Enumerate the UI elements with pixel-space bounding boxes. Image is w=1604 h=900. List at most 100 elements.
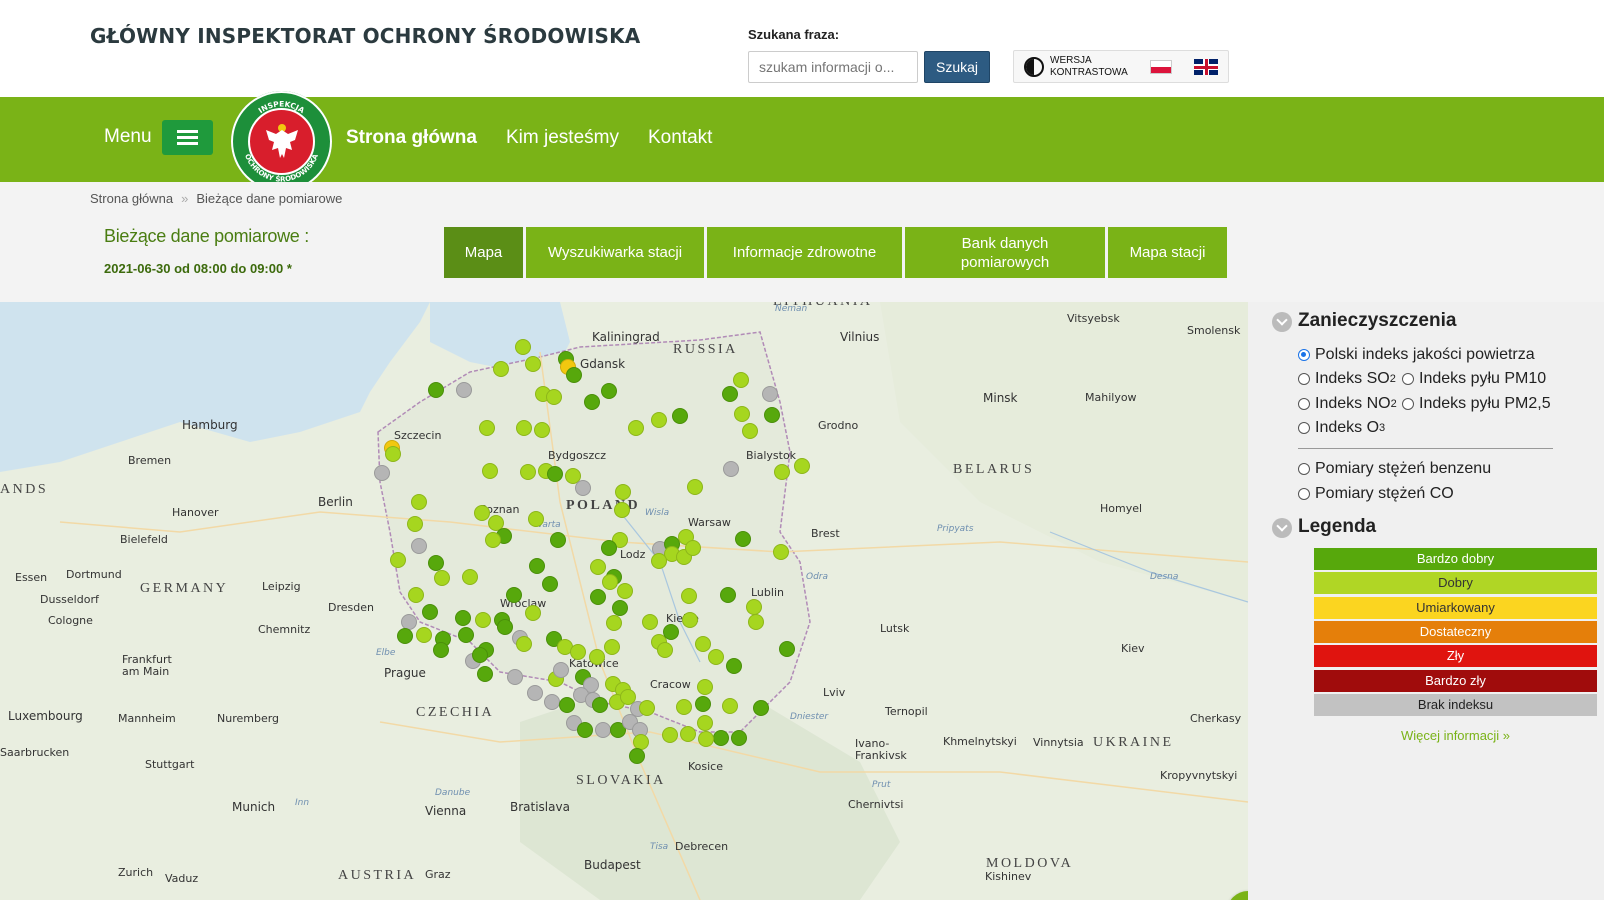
station-marker[interactable] xyxy=(742,423,758,439)
station-marker[interactable] xyxy=(794,458,810,474)
station-marker[interactable] xyxy=(516,420,532,436)
station-marker[interactable] xyxy=(695,636,711,652)
nav-home[interactable]: Strona główna xyxy=(346,127,477,149)
station-marker[interactable] xyxy=(516,636,532,652)
station-marker[interactable] xyxy=(735,531,751,547)
station-marker[interactable] xyxy=(577,722,593,738)
search-button[interactable]: Szukaj xyxy=(924,51,990,83)
station-marker[interactable] xyxy=(687,479,703,495)
station-marker[interactable] xyxy=(651,553,667,569)
station-marker[interactable] xyxy=(695,696,711,712)
station-marker[interactable] xyxy=(374,465,390,481)
site-title[interactable]: GŁÓWNY INSPEKTORAT OCHRONY ŚRODOWISKA xyxy=(90,24,640,48)
station-marker[interactable] xyxy=(550,532,566,548)
station-marker[interactable] xyxy=(746,599,762,615)
station-marker[interactable] xyxy=(602,574,618,590)
station-marker[interactable] xyxy=(456,382,472,398)
radio-pm10[interactable]: Indeks pyłu PM10 xyxy=(1402,370,1546,388)
station-marker[interactable] xyxy=(525,356,541,372)
station-marker[interactable] xyxy=(589,649,605,665)
hamburger-menu-button[interactable] xyxy=(162,120,213,155)
station-marker[interactable] xyxy=(497,619,513,635)
station-marker[interactable] xyxy=(411,494,427,510)
station-marker[interactable] xyxy=(651,412,667,428)
air-quality-map[interactable]: LITHUANIA RUSSIA BELARUS POLAND GERMANY … xyxy=(0,302,1248,900)
station-marker[interactable] xyxy=(713,730,729,746)
station-marker[interactable] xyxy=(428,555,444,571)
station-marker[interactable] xyxy=(434,570,450,586)
station-marker[interactable] xyxy=(615,484,631,500)
radio-so2[interactable]: Indeks SO 2 xyxy=(1298,370,1396,388)
station-marker[interactable] xyxy=(612,600,628,616)
station-marker[interactable] xyxy=(720,587,736,603)
station-marker[interactable] xyxy=(482,463,498,479)
station-marker[interactable] xyxy=(682,612,698,628)
more-info-link[interactable]: Więcej informacji » xyxy=(1314,728,1597,743)
station-marker[interactable] xyxy=(774,464,790,480)
station-marker[interactable] xyxy=(697,715,713,731)
station-marker[interactable] xyxy=(390,552,406,568)
station-marker[interactable] xyxy=(462,569,478,585)
station-marker[interactable] xyxy=(458,627,474,643)
station-marker[interactable] xyxy=(606,615,622,631)
station-marker[interactable] xyxy=(507,669,523,685)
station-marker[interactable] xyxy=(493,361,509,377)
station-marker[interactable] xyxy=(753,700,769,716)
station-marker[interactable] xyxy=(733,372,749,388)
nav-about[interactable]: Kim jesteśmy xyxy=(506,127,619,149)
station-marker[interactable] xyxy=(601,540,617,556)
station-marker[interactable] xyxy=(485,532,501,548)
chevron-down-icon[interactable] xyxy=(1272,312,1292,332)
station-marker[interactable] xyxy=(475,612,491,628)
station-marker[interactable] xyxy=(697,679,713,695)
uk-flag-icon[interactable] xyxy=(1194,59,1218,75)
station-marker[interactable] xyxy=(734,406,750,422)
station-marker[interactable] xyxy=(779,641,795,657)
radio-o3[interactable]: Indeks O3 xyxy=(1298,419,1385,437)
station-marker[interactable] xyxy=(726,658,742,674)
station-marker[interactable] xyxy=(408,587,424,603)
station-marker[interactable] xyxy=(474,505,490,521)
station-marker[interactable] xyxy=(617,583,633,599)
tab-mapa-stacji[interactable]: Mapa stacji xyxy=(1108,227,1227,278)
polish-flag-icon[interactable] xyxy=(1150,60,1172,74)
station-marker[interactable] xyxy=(455,610,471,626)
station-marker[interactable] xyxy=(477,666,493,682)
station-marker[interactable] xyxy=(428,382,444,398)
radio-co[interactable]: Pomiary stężeń CO xyxy=(1298,485,1454,503)
station-marker[interactable] xyxy=(559,697,575,713)
station-marker[interactable] xyxy=(672,408,688,424)
station-marker[interactable] xyxy=(595,722,611,738)
menu-label[interactable]: Menu xyxy=(104,126,152,148)
station-marker[interactable] xyxy=(662,727,678,743)
station-marker[interactable] xyxy=(663,624,679,640)
station-marker[interactable] xyxy=(433,642,449,658)
station-marker[interactable] xyxy=(748,614,764,630)
station-marker[interactable] xyxy=(411,538,427,554)
station-marker[interactable] xyxy=(566,367,582,383)
station-marker[interactable] xyxy=(723,461,739,477)
station-marker[interactable] xyxy=(529,558,545,574)
station-marker[interactable] xyxy=(584,394,600,410)
station-marker[interactable] xyxy=(773,544,789,560)
station-marker[interactable] xyxy=(614,502,630,518)
contrast-icon[interactable] xyxy=(1024,57,1044,77)
nav-contact[interactable]: Kontakt xyxy=(648,127,712,149)
station-marker[interactable] xyxy=(544,694,560,710)
station-marker[interactable] xyxy=(527,685,543,701)
station-marker[interactable] xyxy=(722,386,738,402)
radio-aqi[interactable]: Polski indeks jakości powietrza xyxy=(1298,346,1535,364)
station-marker[interactable] xyxy=(422,604,438,620)
station-marker[interactable] xyxy=(722,698,738,714)
station-marker[interactable] xyxy=(542,576,558,592)
legend-section[interactable]: Legenda xyxy=(1272,516,1376,538)
station-marker[interactable] xyxy=(681,588,697,604)
station-marker[interactable] xyxy=(604,639,620,655)
contrast-toggle[interactable]: WERSJA KONTRASTOWA xyxy=(1050,55,1128,79)
station-marker[interactable] xyxy=(534,422,550,438)
station-marker[interactable] xyxy=(547,466,563,482)
gios-logo[interactable]: INSPEKCJA OCHRONY ŚRODOWISKA xyxy=(231,91,332,192)
station-marker[interactable] xyxy=(385,446,401,462)
station-marker[interactable] xyxy=(642,614,658,630)
station-marker[interactable] xyxy=(680,726,696,742)
